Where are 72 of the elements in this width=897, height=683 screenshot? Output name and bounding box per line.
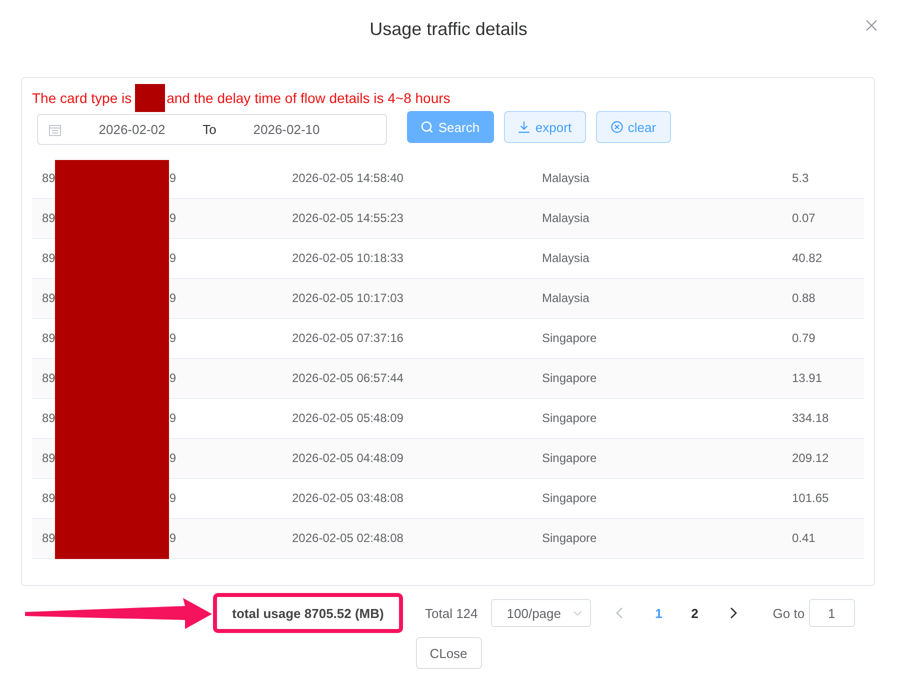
chevron-left-icon: [616, 607, 624, 619]
cell-text-end: 9: [169, 370, 176, 387]
table-cell-text: Singapore: [541, 450, 598, 467]
total-usage: total usage 8705.52 (MB): [232, 606, 384, 620]
search-icon: [421, 121, 434, 133]
table-cell-text: Singapore: [541, 330, 598, 347]
table-cell-text: 0.07: [791, 210, 816, 227]
table-cell-text: 2026-02-05 04:48:09: [291, 450, 404, 467]
calendar-icon: [49, 124, 61, 136]
cell-text-end: 9: [169, 490, 176, 507]
table-cell-text: 2026-02-05 06:57:44: [291, 370, 404, 387]
table-cell-text: 2026-02-05 14:55:23: [291, 210, 404, 227]
table-cell-text: 334.18: [791, 410, 830, 427]
notice-text: The card type is: [32, 89, 132, 108]
cell-text-end: 9: [169, 530, 176, 547]
table-cell-text: 2026-02-05 02:48:08: [291, 530, 404, 547]
table-cell-text: Malaysia: [541, 290, 590, 307]
cell-text-end: 9: [169, 410, 176, 427]
cell-text-end: 9: [169, 210, 176, 227]
notice-text: and the delay time of flow details is 4~8 hours: [166, 89, 450, 108]
table-cell-text: 2026-02-05 03:48:08: [291, 490, 404, 507]
table-cell-text: 2026-02-05 14:58:40: [291, 170, 404, 187]
close-button[interactable]: CLose: [416, 637, 482, 669]
table-cell-text: 40.82: [791, 250, 824, 267]
table-cell-text: 101.65: [791, 490, 830, 507]
date-range-field[interactable]: 2026-02-02 To 2026-02-10: [37, 114, 387, 145]
table-cell-text: 13.91: [791, 370, 824, 387]
date-separator: To: [202, 122, 218, 137]
table-cell-text: 2026-02-05 10:17:03: [291, 290, 404, 307]
table-cell-text: 0.41: [791, 530, 816, 547]
cell-text-start: 89: [42, 330, 56, 347]
table-cell-text: Singapore: [541, 410, 598, 427]
cell-text-start: 89: [42, 290, 56, 307]
cell-text-end: 9: [169, 290, 176, 307]
table-cell-text: Singapore: [541, 490, 598, 507]
table-cell-text: Malaysia: [541, 170, 590, 187]
end-date[interactable]: 2026-02-10: [221, 122, 352, 137]
table-cell-text: Malaysia: [541, 250, 590, 267]
table-cell-text: 209.12: [791, 450, 830, 467]
cell-text-start: 89: [42, 210, 56, 227]
total-count: Total 124: [425, 606, 478, 620]
table-cell-text: 2026-02-05 10:18:33: [291, 250, 404, 267]
table-cell-text: Singapore: [541, 370, 598, 387]
cell-text-start: 89: [42, 370, 56, 387]
cell-text-start: 89: [42, 530, 56, 547]
cell-text-start: 89: [42, 250, 56, 267]
cell-text-start: 89: [42, 450, 56, 467]
chevron-down-icon: [572, 610, 582, 616]
page-input[interactable]: 1: [808, 599, 855, 627]
table-cell-text: Malaysia: [541, 210, 590, 227]
start-date[interactable]: 2026-02-02: [66, 122, 198, 137]
goto-label: Go to: [772, 606, 805, 620]
chevron-right-icon: [730, 607, 738, 619]
table-cell-text: 5.3: [791, 170, 810, 187]
page-size-select[interactable]: 100/page: [490, 599, 591, 627]
page-button[interactable]: 2: [676, 599, 713, 627]
cell-text-end: 9: [169, 250, 176, 267]
table-cell-text: 0.79: [791, 330, 816, 347]
table-cell-text: 0.88: [791, 290, 816, 307]
table-cell-text: 2026-02-05 05:48:09: [291, 410, 404, 427]
cell-text-start: 89: [42, 490, 56, 507]
circle-x-icon: [610, 121, 623, 133]
dialog-title: Usage traffic details: [370, 18, 528, 40]
table-cell-text: 2026-02-05 07:37:16: [291, 330, 404, 347]
table-cell-text: Singapore: [541, 530, 598, 547]
cell-text-end: 9: [169, 330, 176, 347]
cell-text-end: 9: [169, 170, 176, 187]
cell-text-start: 89: [42, 170, 56, 187]
close-icon[interactable]: [866, 20, 877, 31]
cell-text-end: 9: [169, 450, 176, 467]
cell-text-start: 89: [42, 410, 56, 427]
download-icon: [518, 121, 530, 133]
